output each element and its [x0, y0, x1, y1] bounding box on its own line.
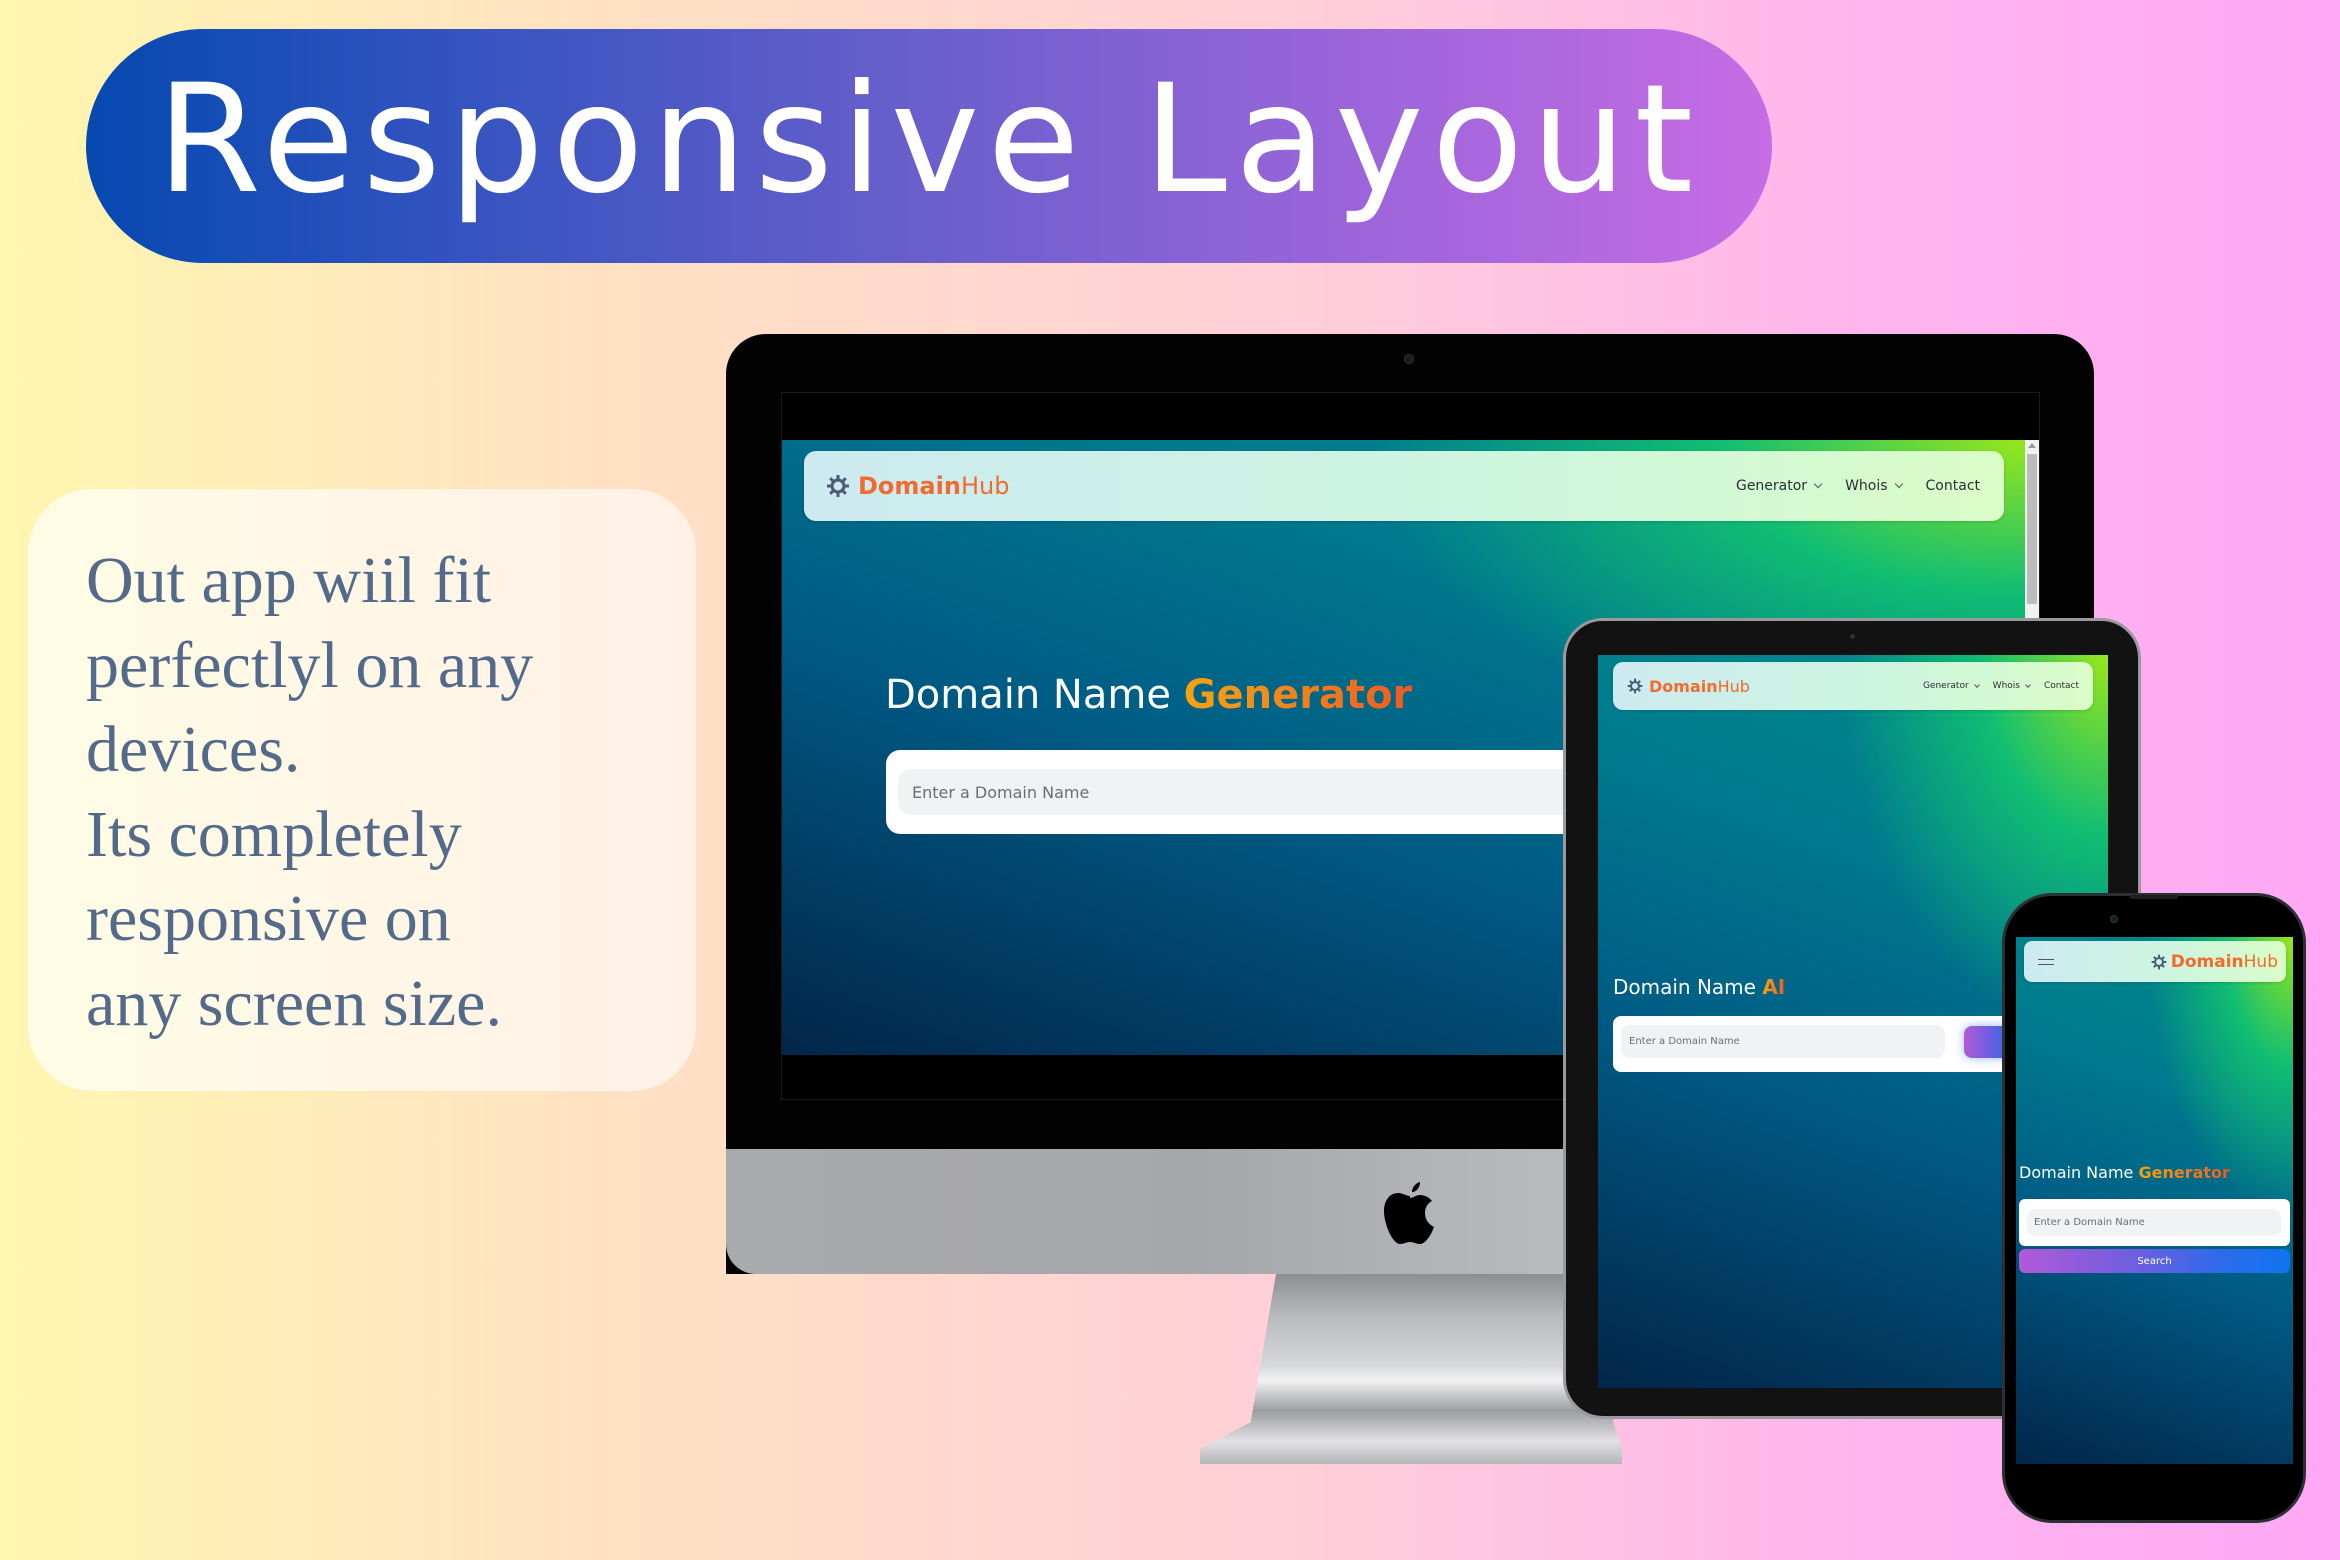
info-card: Out app wiil fit perfectlyl on any devic… [28, 489, 696, 1091]
chevron-down-icon [2025, 681, 2031, 688]
hero-title-accent: Generator [1183, 672, 1413, 718]
nav-menu: Generator Whois Contact [1712, 478, 1980, 494]
monitor-stand [1200, 1274, 1622, 1464]
search-placeholder: Enter a Domain Name [912, 782, 1090, 802]
brand-name: DomainHub [1649, 677, 1750, 696]
hero-title-accent: AI [1762, 975, 1786, 999]
tablet-camera [1850, 634, 1855, 639]
hero-title-accent: Generator [2138, 1163, 2230, 1182]
title-banner: Responsive Layout [86, 29, 1772, 263]
nav-item-whois[interactable]: Whois [1992, 681, 2031, 691]
scroll-up-arrow-icon[interactable] [2028, 443, 2036, 448]
brand-logo[interactable]: DomainHub [1627, 677, 1750, 696]
info-text: Out app wiil fit perfectlyl on any devic… [86, 544, 534, 1040]
desktop-navbar: DomainHub Generator Whois Contact [804, 451, 2004, 521]
apple-logo-icon [1384, 1182, 1434, 1244]
brand-logo[interactable]: DomainHub [2151, 952, 2278, 972]
gear-icon [1627, 678, 1643, 694]
phone-camera [2110, 915, 2118, 923]
phone-website: DomainHub Domain Name Generator Enter a … [2016, 937, 2293, 1464]
phone-speaker [2130, 895, 2178, 899]
gear-icon [826, 474, 850, 498]
scrollbar-thumb[interactable] [2027, 454, 2037, 604]
tablet-navbar: DomainHub Generator Whois Contact [1613, 662, 2093, 710]
hamburger-icon[interactable] [2038, 958, 2054, 965]
phone-navbar: DomainHub [2024, 941, 2286, 982]
nav-item-contact[interactable]: Contact [2044, 681, 2079, 691]
domain-search-input[interactable]: Enter a Domain Name [1621, 1025, 1945, 1058]
brand-name-regular: Hub [2243, 951, 2278, 972]
nav-item-whois[interactable]: Whois [1845, 478, 1903, 494]
brand-name-regular: Hub [960, 472, 1010, 500]
nav-item-contact[interactable]: Contact [1926, 478, 1980, 494]
brand-name-regular: Hub [1717, 676, 1750, 696]
gear-icon [2151, 954, 2167, 970]
chevron-down-icon [1894, 479, 1903, 489]
brand-name-bold: Domain [1649, 676, 1718, 696]
hero-title-prefix: Domain Name [2019, 1163, 2139, 1182]
hero-title: Domain Name AI [1613, 975, 1785, 999]
hero-title-prefix: Domain Name [1613, 975, 1763, 999]
nav-menu: Generator Whois Contact [1909, 681, 2079, 691]
brand-name-bold: Domain [858, 472, 961, 500]
brand-logo[interactable]: DomainHub [826, 472, 1009, 500]
domain-search-input[interactable]: Enter a Domain Name [2027, 1209, 2281, 1236]
chevron-down-icon [1813, 479, 1823, 489]
search-placeholder: Enter a Domain Name [1629, 1036, 1740, 1047]
nav-item-label: Generator [1922, 681, 1969, 691]
search-button[interactable]: Search [2019, 1249, 2290, 1273]
chevron-down-icon [1973, 681, 1980, 688]
nav-item-generator[interactable]: Generator [1922, 681, 1980, 691]
banner-title: Responsive Layout [156, 53, 1702, 227]
brand-name: DomainHub [858, 472, 1009, 500]
nav-item-label: Contact [2043, 681, 2079, 691]
brand-name-bold: Domain [2170, 951, 2244, 972]
nav-item-label: Whois [1992, 681, 2020, 691]
brand-name: DomainHub [2171, 952, 2278, 972]
nav-item-label: Generator [1735, 478, 1808, 494]
search-placeholder: Enter a Domain Name [2034, 1217, 2145, 1228]
search-box: Enter a Domain Name [2019, 1199, 2290, 1246]
nav-item-generator[interactable]: Generator [1735, 478, 1823, 494]
hero-title: Domain Name Generator [885, 672, 1412, 718]
nav-item-label: Contact [1925, 478, 1980, 494]
hero-title: Domain Name Generator [2019, 1163, 2230, 1182]
monitor-camera [1404, 354, 1414, 364]
nav-item-label: Whois [1845, 478, 1888, 494]
hero-title-prefix: Domain Name [885, 672, 1184, 718]
